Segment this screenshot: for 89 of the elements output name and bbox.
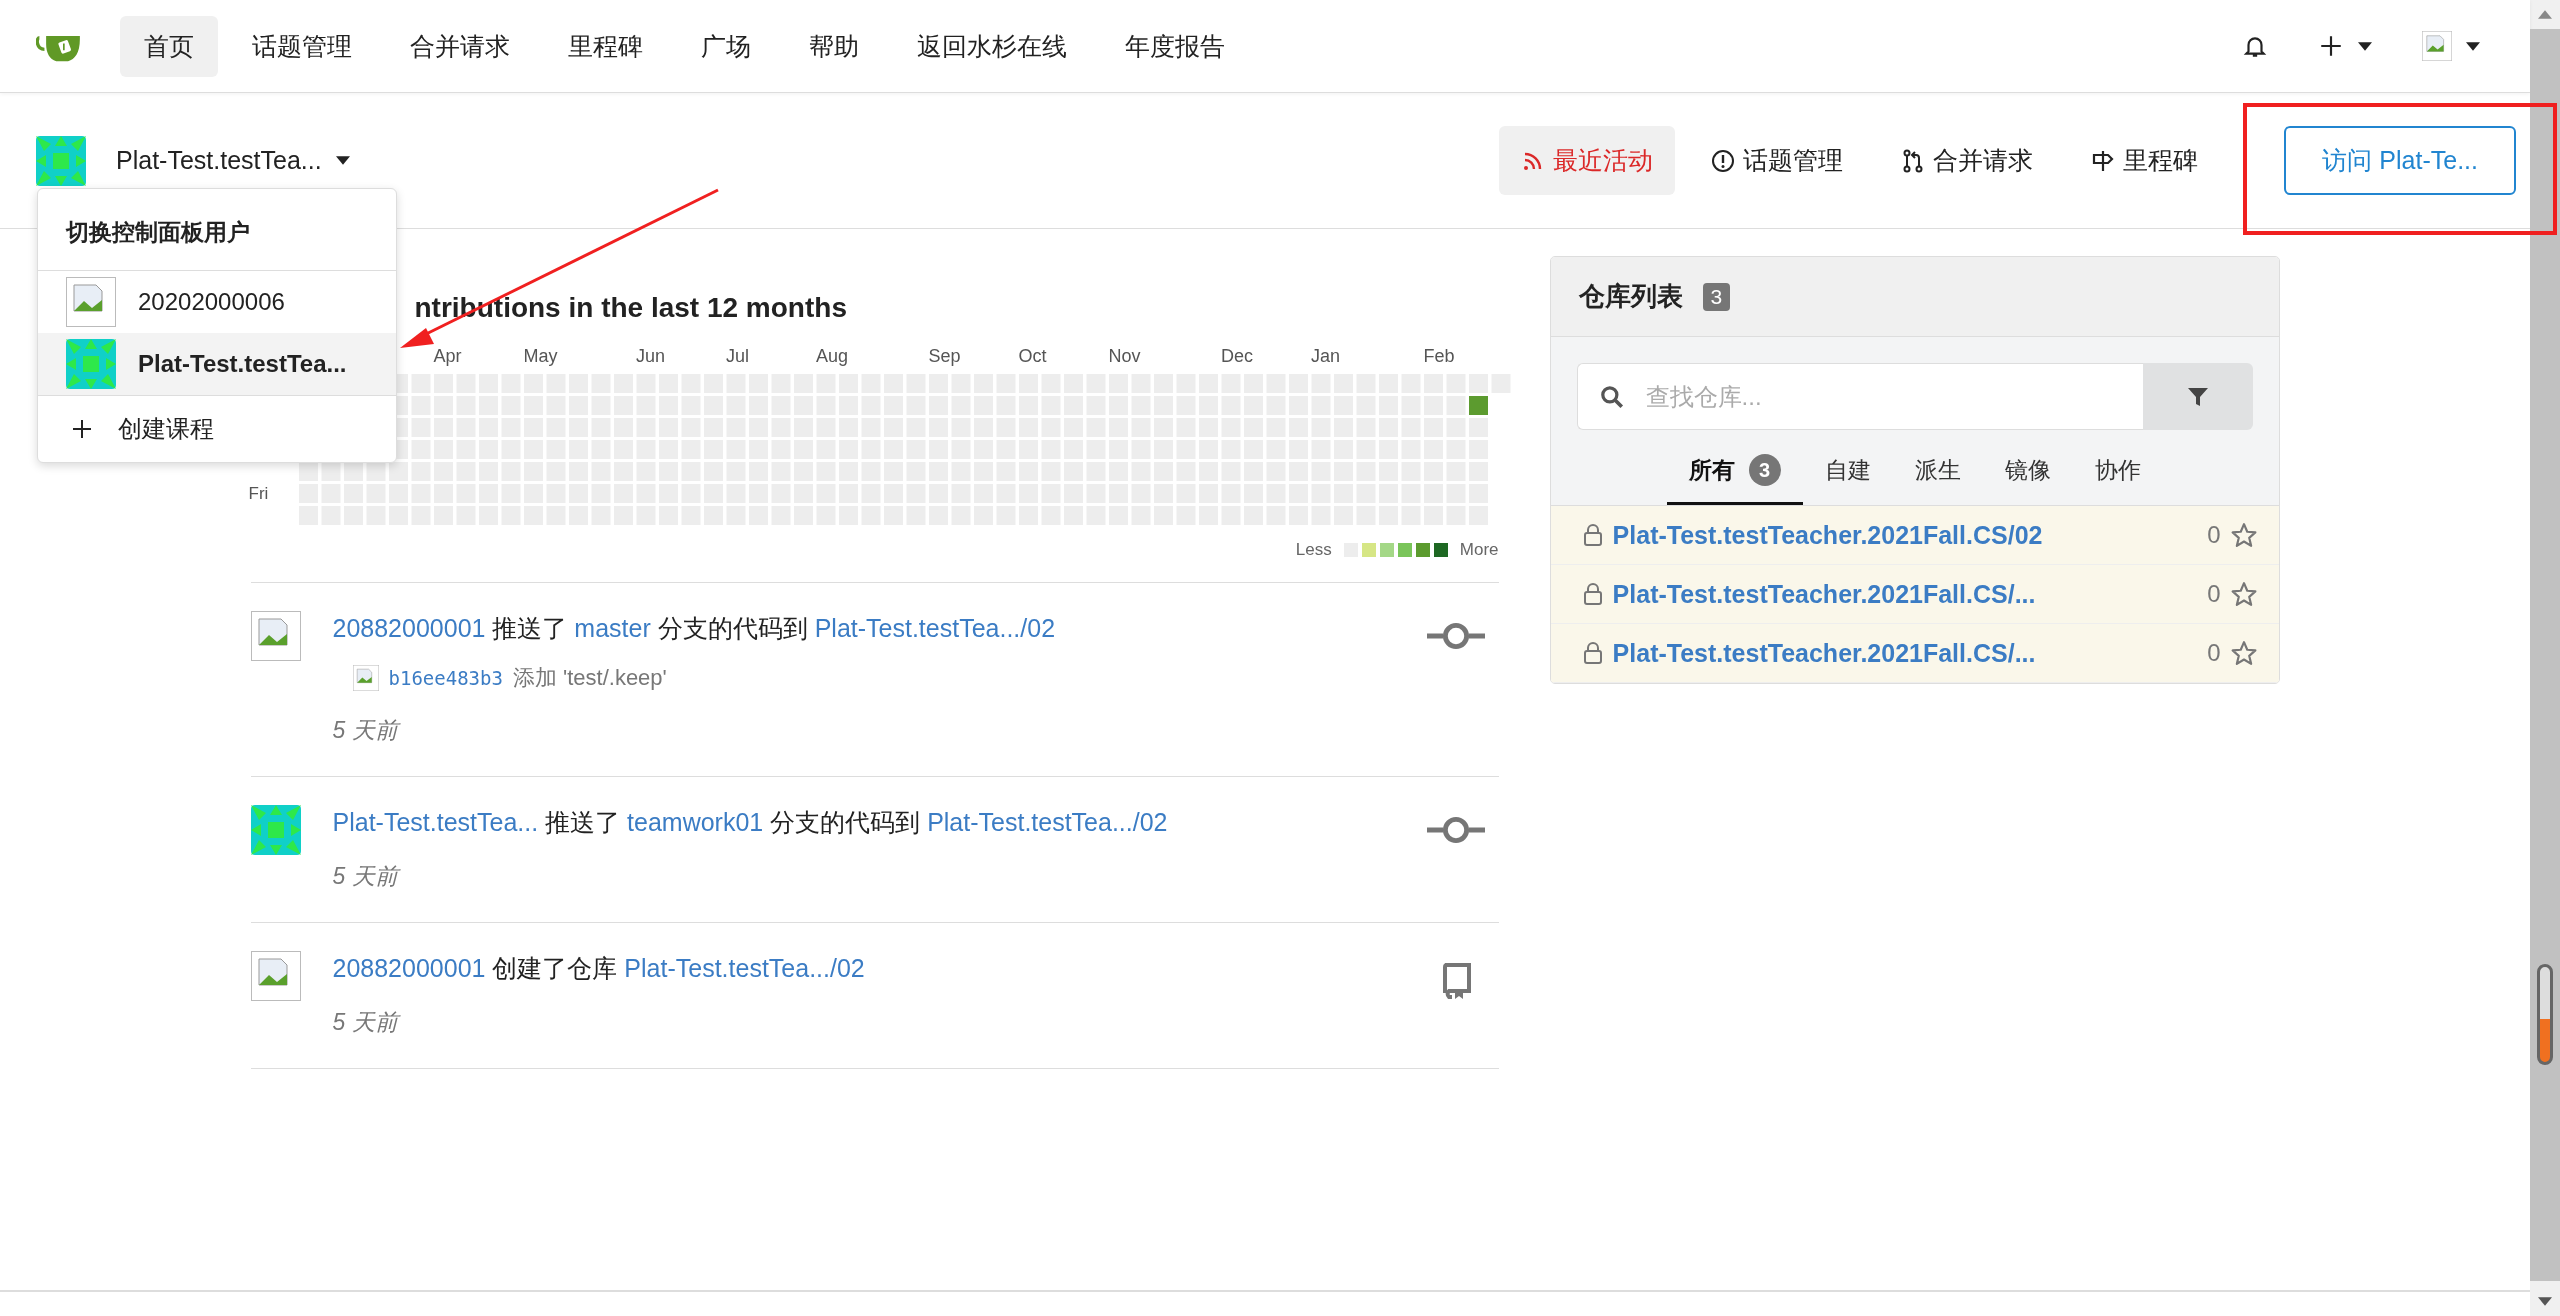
legend-label: Less xyxy=(1295,540,1332,560)
activity-text: Plat-Test.testTea... 推送了 teamwork01 分支的代码到 Plat-Test.testTea.../02 xyxy=(332,807,1169,838)
month-label: Jun xyxy=(636,346,666,367)
caret-icon xyxy=(2358,41,2372,51)
month-label: Sep xyxy=(928,346,961,367)
dashboard-tab[interactable]: 最近活动 xyxy=(1499,126,1676,195)
visit-button[interactable]: 访问 Plat-Te... xyxy=(2284,126,2516,195)
commit-message: 添加 'test/.keep' xyxy=(512,664,667,692)
month-label: May xyxy=(523,346,558,367)
repo-link[interactable]: Plat-Test.testTeacher.2021Fall.CS/... xyxy=(1612,579,2198,609)
menu-item[interactable]: 创建课程 xyxy=(38,395,396,462)
repo-filter-tab[interactable]: 协作 xyxy=(2072,440,2163,505)
broken-image-icon xyxy=(250,611,301,661)
repo-link[interactable]: Plat-Test.testTeacher.2021Fall.CS/... xyxy=(1612,638,2198,668)
relative-time: 5 天前 xyxy=(332,861,1427,892)
activity-text: 20882000001 推送了 master 分支的代码到 Plat-Test.testTea.../02 xyxy=(332,613,1057,644)
menu-item[interactable]: Plat-Test.testTea... xyxy=(38,333,396,395)
signpost-icon xyxy=(2091,148,2116,173)
menu-header: 切换控制面板用户 xyxy=(38,189,396,271)
context-switcher[interactable]: Plat-Test.testTea... xyxy=(36,135,350,186)
broken-image-icon xyxy=(66,277,116,327)
nav-link[interactable]: 广场 xyxy=(677,15,775,77)
commit-icon xyxy=(1426,815,1485,845)
activity-link[interactable]: Plat-Test.testTea... xyxy=(332,808,539,836)
month-label: Aug xyxy=(816,346,849,367)
weekday-label: Fri xyxy=(248,484,269,503)
book-icon xyxy=(1440,961,1471,1001)
month-label: Apr xyxy=(433,346,462,367)
legend-label: More xyxy=(1459,540,1499,560)
plus-icon xyxy=(70,417,94,441)
repo-filter-tab[interactable]: 派生 xyxy=(1892,440,1983,505)
pattern-avatar xyxy=(250,805,301,855)
month-label: Jan xyxy=(1311,346,1341,367)
broken-image-icon xyxy=(2422,31,2452,61)
caret-icon xyxy=(2466,41,2480,51)
activity-link[interactable]: 20882000001 xyxy=(332,954,486,982)
nav-link[interactable]: 里程碑 xyxy=(544,15,667,77)
activity-link[interactable]: Plat-Test.testTea.../02 xyxy=(814,614,1056,642)
menu-item[interactable]: 20202000006 xyxy=(38,271,396,333)
star-icon xyxy=(2230,640,2257,666)
month-label: Dec xyxy=(1221,346,1253,367)
repo-filter-tab[interactable]: 镜像 xyxy=(1982,440,2073,505)
nav-link[interactable]: 话题管理 xyxy=(228,15,376,77)
nav-link[interactable]: 合并请求 xyxy=(386,15,534,77)
repo-link[interactable]: Plat-Test.testTeacher.2021Fall.CS/02 xyxy=(1612,520,2198,550)
dashboard-tab[interactable]: 话题管理 xyxy=(1689,126,1866,195)
search-field[interactable]: 查找仓库... xyxy=(1576,363,2143,430)
month-label: Jul xyxy=(726,346,749,367)
dashboard-tab[interactable]: 里程碑 xyxy=(2069,126,2221,195)
nav-link[interactable]: 返回水杉在线 xyxy=(893,15,1091,77)
user-menu-button[interactable] xyxy=(2422,31,2480,61)
month-label: Feb xyxy=(1423,346,1455,367)
nav-link[interactable]: 年度报告 xyxy=(1101,15,1249,77)
dashboard-tab[interactable]: 合并请求 xyxy=(1879,126,2056,195)
relative-time: 5 天前 xyxy=(332,715,1427,746)
plus-icon xyxy=(2318,33,2344,59)
nav-link[interactable]: 帮助 xyxy=(785,15,883,77)
scroll-up-icon[interactable] xyxy=(2538,10,2552,19)
scroll-down-icon[interactable] xyxy=(2538,1297,2552,1306)
activity-text: 20882000001 创建了仓库 Plat-Test.testTea.../02 xyxy=(332,953,866,984)
star-count: 0 xyxy=(2207,521,2221,549)
star-count: 0 xyxy=(2207,639,2221,667)
activity-link[interactable]: Plat-Test.testTea.../02 xyxy=(624,954,865,982)
activity-link[interactable]: 20882000001 xyxy=(332,614,486,642)
count-badge: 3 xyxy=(1702,282,1731,311)
create-menu-button[interactable] xyxy=(2318,33,2372,59)
broken-image-icon xyxy=(250,951,301,1001)
nav-link[interactable]: 首页 xyxy=(120,15,218,77)
panel-title: 仓库列表 xyxy=(1578,280,1683,313)
month-label: Nov xyxy=(1108,346,1141,367)
pattern-avatar xyxy=(66,339,116,389)
activity-link[interactable]: Plat-Test.testTea.../02 xyxy=(927,808,1168,836)
repo-filter-tab[interactable]: 自建 xyxy=(1802,440,1893,505)
month-label: Oct xyxy=(1018,346,1047,367)
relative-time: 5 天前 xyxy=(332,1007,1441,1038)
star-count: 0 xyxy=(2207,580,2221,608)
caret-icon xyxy=(335,156,350,165)
pattern-avatar xyxy=(36,135,86,186)
scrollbar-thumb[interactable] xyxy=(2537,964,2553,1065)
commit-sha-link[interactable]: b16ee483b3 xyxy=(388,667,503,689)
commit-icon xyxy=(1426,621,1485,651)
broken-image-icon xyxy=(352,665,379,691)
star-icon xyxy=(2230,581,2257,607)
scrollbar[interactable] xyxy=(2530,0,2560,1316)
star-icon xyxy=(2230,522,2257,548)
search-icon xyxy=(1598,384,1625,410)
issue-icon xyxy=(1711,148,1736,173)
activity-link[interactable]: teamwork01 xyxy=(627,808,764,836)
activity-link[interactable]: master xyxy=(574,614,651,642)
